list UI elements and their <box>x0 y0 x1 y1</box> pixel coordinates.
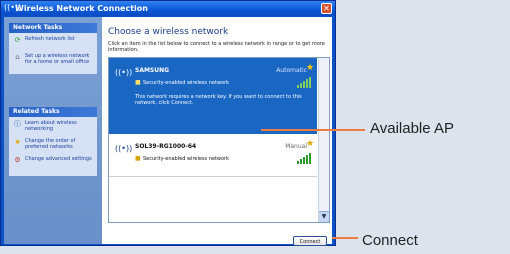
task-label: Learn about wireless networking <box>25 120 77 132</box>
wireless-network-window: ((•)) Wireless Network Connection ✕ Netw… <box>0 0 336 246</box>
connect-button[interactable]: Connect <box>293 236 327 246</box>
lock-icon: ■ <box>135 155 141 162</box>
star-icon: ★ <box>14 138 21 146</box>
callout-line-available-ap <box>261 129 365 131</box>
callout-line-connect <box>332 237 358 239</box>
network-item-samsung[interactable]: ((•)) SAMSUNG Automatic ★ ■ Security-ena… <box>109 58 317 134</box>
sidebar-item-refresh-network-list[interactable]: ⟳ Refresh network list <box>12 36 95 47</box>
instructions-text: Click an item in the list below to conne… <box>108 41 325 53</box>
network-mode: Manual <box>285 143 307 150</box>
task-sidebar: Network Tasks ⟳ Refresh network list ⌂ S… <box>4 17 102 244</box>
settings-icon: ⚙ <box>14 156 21 164</box>
signal-strength-icon <box>297 76 311 88</box>
wireless-antenna-icon: ((•)) <box>115 68 133 77</box>
close-icon[interactable]: ✕ <box>321 3 332 14</box>
related-tasks-heading: Related Tasks <box>9 107 97 117</box>
network-description: This network requires a network key. If … <box>135 94 302 106</box>
star-icon: ★ <box>306 63 315 73</box>
lock-icon: ■ <box>135 79 141 86</box>
task-label: Set up a wireless network for a home or … <box>25 53 90 65</box>
sidebar-item-change-order[interactable]: ★ Change the order of preferred networks <box>12 138 95 150</box>
star-icon: ★ <box>306 139 315 149</box>
security-label: Security-enabled wireless network <box>143 80 230 86</box>
wireless-antenna-icon: ((•)) <box>115 144 133 153</box>
security-label: Security-enabled wireless network <box>143 156 230 162</box>
sidebar-item-advanced-settings[interactable]: ⚙ Change advanced settings <box>12 156 95 167</box>
network-list[interactable]: ((•)) SAMSUNG Automatic ★ ■ Security-ena… <box>108 57 330 223</box>
network-mode: Automatic <box>276 67 307 74</box>
network-item-sol39[interactable]: ((•)) SOL39-RG1000-64 Manual ★ ■ Securit… <box>109 134 317 177</box>
wireless-icon: ((•)) <box>4 3 22 12</box>
window-title: Wireless Network Connection <box>15 4 148 13</box>
setup-network-icon: ⌂ <box>15 53 20 61</box>
task-label: Refresh network list <box>25 36 75 42</box>
sidebar-item-setup-network[interactable]: ⌂ Set up a wireless network for a home o… <box>12 53 95 65</box>
callout-label-available-ap: Available AP <box>370 120 454 137</box>
scroll-down-icon[interactable]: ▼ <box>319 211 329 222</box>
refresh-icon: ⟳ <box>14 36 21 44</box>
network-name: SAMSUNG <box>135 67 170 74</box>
sidebar-item-learn-wireless[interactable]: ⓘ Learn about wireless networking <box>12 120 95 132</box>
title-bar[interactable]: ((•)) Wireless Network Connection ✕ <box>1 1 335 16</box>
task-label: Change the order of preferred networks <box>25 138 76 150</box>
task-label: Change advanced settings <box>25 156 92 162</box>
related-tasks-panel: Related Tasks ⓘ Learn about wireless net… <box>9 107 97 176</box>
vertical-scrollbar[interactable]: ▼ <box>318 58 329 222</box>
signal-strength-icon <box>297 152 311 164</box>
network-tasks-panel: Network Tasks ⟳ Refresh network list ⌂ S… <box>9 23 97 74</box>
info-icon: ⓘ <box>14 120 21 128</box>
network-name: SOL39-RG1000-64 <box>135 143 197 150</box>
page-title: Choose a wireless network <box>108 27 229 37</box>
network-tasks-heading: Network Tasks <box>9 23 97 33</box>
callout-label-connect: Connect <box>362 232 418 249</box>
